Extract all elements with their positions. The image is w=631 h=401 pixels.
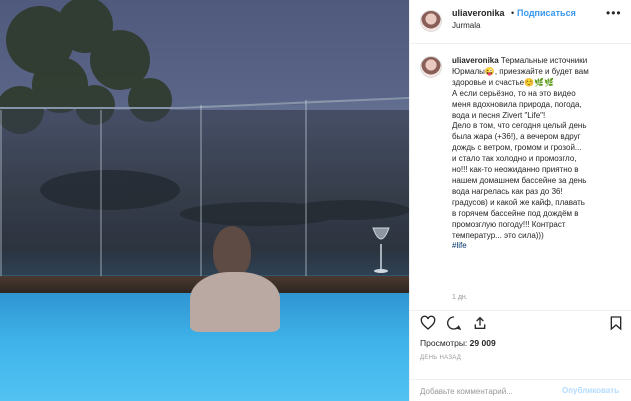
caption-line: меня вдохновила природа, погода, [452, 99, 582, 109]
glass-panel [100, 110, 200, 278]
caption-line: нашем домашнем бассейне за день [452, 175, 587, 185]
hashtag-link[interactable]: #life [452, 241, 467, 250]
caption-line: была жара (+36!), а вечером вдруг [452, 132, 581, 142]
caption-line: Термальные источники [500, 56, 588, 65]
location-link[interactable]: Jurmala [452, 21, 480, 30]
post-video[interactable] [0, 0, 409, 401]
glass-panel [305, 100, 409, 278]
caption-line: Юрмалы😜, приезжайте и будет вам [452, 66, 589, 76]
wine-glass-icon [372, 227, 390, 273]
views-value: 29 009 [469, 338, 496, 348]
avatar[interactable] [420, 10, 442, 32]
caption: uliaveronika Термальные источники Юрмалы… [452, 56, 628, 252]
caption-username[interactable]: uliaveronika [452, 56, 499, 65]
caption-line: и стало так холодно и промозгло, [452, 154, 577, 164]
more-icon[interactable]: ••• [606, 6, 622, 20]
post-time: ДЕНЬ НАЗАД [420, 355, 462, 361]
caption-time: 1 дн. [452, 294, 468, 301]
caption-line: в горячем бассейне под дождём в [452, 208, 579, 218]
publish-button[interactable]: Опубликовать [562, 386, 619, 395]
share-icon[interactable] [472, 315, 488, 331]
header-username[interactable]: uliaveronika [452, 8, 505, 18]
caption-line: промозглую погоду!!! Контраст [452, 219, 566, 229]
person-body [190, 272, 280, 332]
bookmark-icon[interactable] [608, 315, 624, 331]
caption-line: дождь с ветром, громом и грозой... [452, 143, 582, 153]
header-separator: • [511, 8, 515, 18]
heart-icon[interactable] [420, 315, 436, 331]
post-header: uliaveronika • Подписаться Jurmala ••• [410, 0, 631, 44]
follow-button[interactable]: Подписаться [517, 8, 576, 18]
views-label: Просмотры: [420, 338, 468, 348]
views-count: Просмотры: 29 009 [420, 338, 496, 348]
caption-line: здоровье и счастье☺️🌿🌿 [452, 77, 554, 87]
caption-line: Дело в том, что сегодня целый день [452, 121, 587, 131]
comment-bar: Опубликовать [410, 379, 631, 401]
caption-line: вода нагрелась как раз до 36! [452, 186, 563, 196]
post-sidebar: uliaveronika • Подписаться Jurmala ••• u… [409, 0, 631, 401]
glass-panel [0, 110, 100, 278]
comment-input[interactable] [420, 384, 560, 398]
person-head [213, 226, 251, 278]
caption-line: А если серьёзно, то на это видео [452, 88, 576, 98]
caption-line: но!!! как-то неожиданно приятно в [452, 165, 579, 175]
comment-icon[interactable] [446, 315, 462, 331]
caption-line: градусов) и какой же кайф, плавать [452, 197, 585, 207]
caption-line: вода и песня Zivert "Life"! [452, 110, 546, 120]
caption-line: температур... это сила))) [452, 230, 544, 240]
caption-avatar[interactable] [420, 56, 442, 78]
action-bar [410, 310, 631, 336]
